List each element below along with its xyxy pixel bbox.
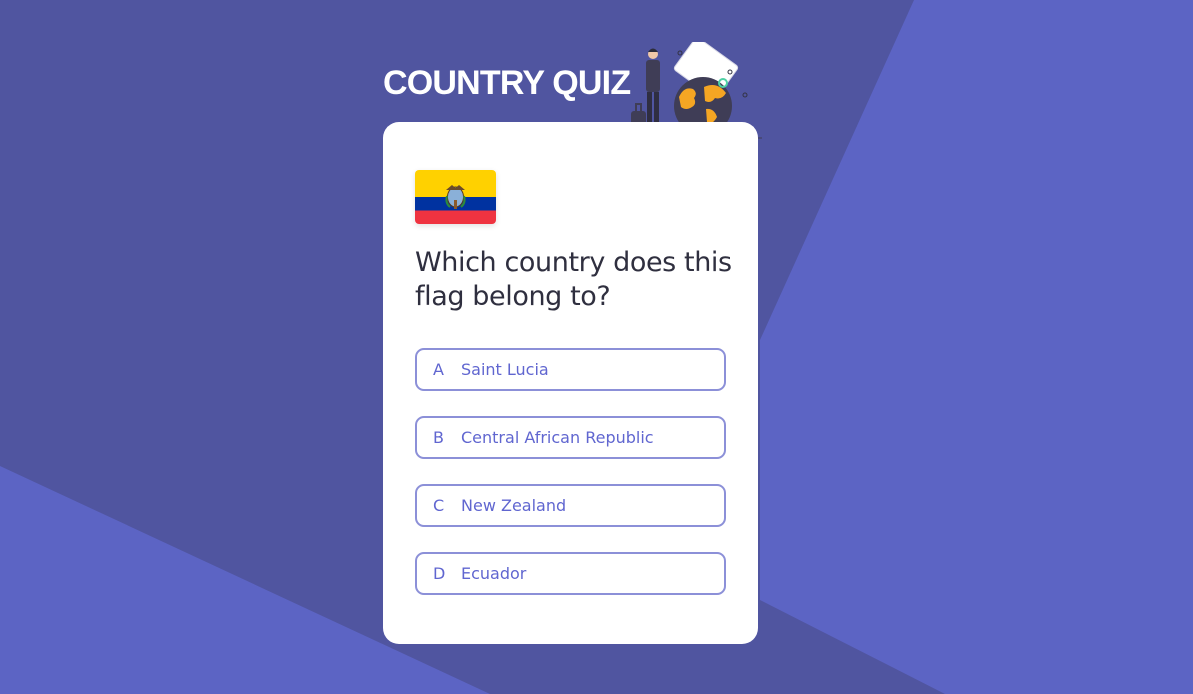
- option-letter: B: [433, 428, 444, 447]
- flag-image: [415, 170, 496, 224]
- option-letter: C: [433, 496, 445, 515]
- option-label: Central African Republic: [461, 428, 654, 447]
- app-title: COUNTRY QUIZ: [383, 64, 631, 102]
- question-text: Which country does this flag belong to?: [415, 247, 732, 312]
- option-label: Ecuador: [461, 564, 527, 583]
- option-letter: A: [433, 360, 444, 379]
- quiz-card: Which country does this flag belong to? …: [383, 122, 758, 644]
- answer-option-c[interactable]: C New Zealand: [415, 484, 726, 527]
- option-label: New Zealand: [461, 496, 567, 515]
- answer-option-b[interactable]: B Central African Republic: [415, 416, 726, 459]
- answer-option-d[interactable]: D Ecuador: [415, 552, 726, 595]
- answer-option-a[interactable]: A Saint Lucia: [415, 348, 726, 391]
- option-letter: D: [433, 564, 446, 583]
- option-label: Saint Lucia: [461, 360, 549, 379]
